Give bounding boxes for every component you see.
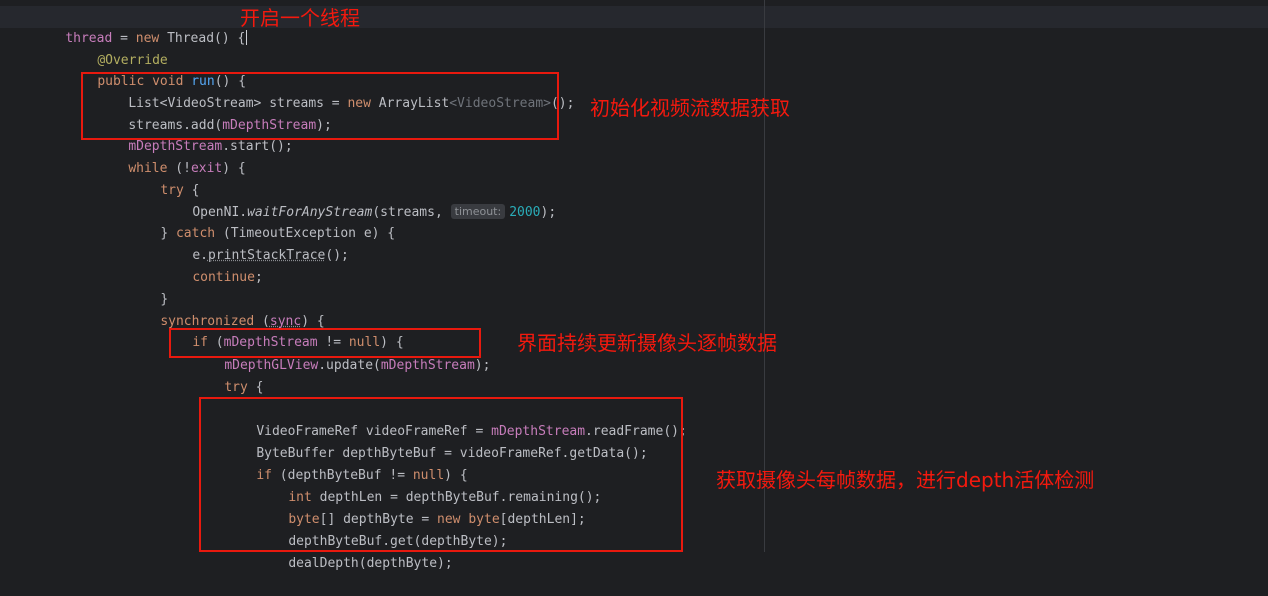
- token-end: );: [474, 357, 491, 373]
- code-line-12[interactable]: continue;: [161, 245, 262, 285]
- token-dealdepth-call: dealDepth(depthByte);: [288, 555, 453, 571]
- token-brace: {: [237, 30, 246, 46]
- code-line-11[interactable]: e.printStackTrace();: [161, 223, 349, 263]
- text-caret: [246, 29, 248, 45]
- code-editor[interactable]: thread = new Thread() { @Override public…: [0, 0, 1268, 571]
- annotation-depth-detect: 获取摄像头每帧数据，进行depth活体检测: [716, 468, 1095, 492]
- token-thread-class: Thread(): [159, 30, 238, 46]
- token-end: ) {: [222, 160, 246, 176]
- token-semicolon: ;: [254, 269, 263, 285]
- token-end: ();: [325, 247, 349, 263]
- code-line-14[interactable]: synchronized (sync) {: [129, 289, 324, 329]
- token-2000: 2000: [509, 204, 541, 220]
- parameter-hint-timeout: timeout:: [450, 203, 506, 219]
- code-line-2[interactable]: @Override: [66, 28, 167, 68]
- highlight-box-frame: [199, 397, 683, 552]
- code-line-8[interactable]: try {: [129, 158, 199, 198]
- highlight-box-update: [169, 328, 481, 358]
- code-line-10[interactable]: } catch (TimeoutException e) {: [129, 201, 395, 241]
- code-line-17[interactable]: try {: [193, 355, 263, 395]
- code-line-3[interactable]: public void run() {: [66, 49, 246, 89]
- token-try: try: [224, 379, 248, 395]
- code-line-9[interactable]: OpenNI.waitForAnyStream(streams, timeout…: [161, 180, 556, 220]
- token-end: );: [540, 204, 557, 220]
- annotation-update-view: 界面持续更新摄像头逐帧数据: [517, 331, 777, 355]
- token-mdepthstream: mDepthStream: [380, 357, 475, 373]
- highlight-box-init: [81, 72, 559, 140]
- token-brace: {: [247, 379, 264, 395]
- code-line-1[interactable]: thread = new Thread() {: [34, 6, 248, 46]
- annotation-start-thread: 开启一个线程: [240, 6, 360, 30]
- token-update-call: .update(: [318, 357, 381, 373]
- annotation-init-stream: 初始化视频流数据获取: [590, 96, 790, 120]
- code-line-13[interactable]: }: [129, 267, 168, 307]
- token-continue: continue: [192, 269, 255, 285]
